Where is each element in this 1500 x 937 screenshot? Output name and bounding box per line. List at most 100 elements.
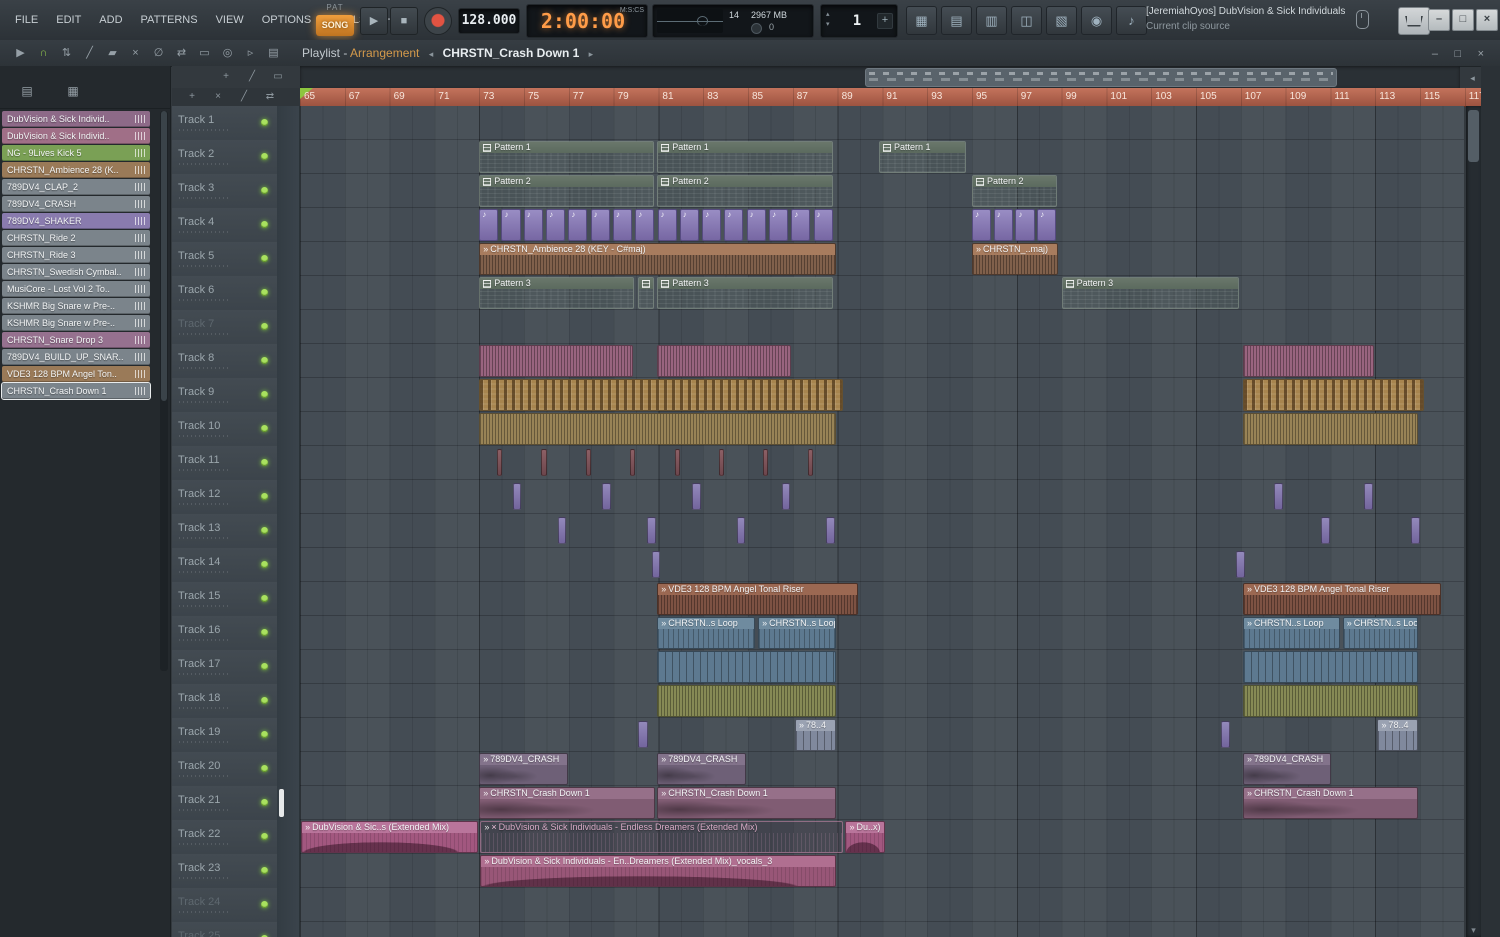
monitor-knob[interactable] <box>751 23 762 34</box>
menu-item-edit[interactable]: EDIT <box>47 14 90 26</box>
track-led[interactable] <box>261 119 268 126</box>
draw-tool[interactable]: ╱ <box>79 43 100 63</box>
track-header[interactable]: Track 14 <box>172 548 277 583</box>
mute-tool[interactable]: ∅ <box>148 43 169 63</box>
picker-item[interactable]: DubVision & Sick Individ.. <box>2 128 150 144</box>
picker-item[interactable]: CHRSTN_Snare Drop 3 <box>2 332 150 348</box>
audio-clip[interactable]: » CHRSTN..s Loop <box>1243 617 1341 649</box>
track-header[interactable]: Track 3 <box>172 174 277 209</box>
slip-tool[interactable]: ⇄ <box>171 43 192 63</box>
pattern-down-icon[interactable]: ▾ <box>826 21 830 29</box>
track-led[interactable] <box>261 255 268 262</box>
track-led[interactable] <box>261 901 268 908</box>
menu-item-view[interactable]: VIEW <box>207 14 253 26</box>
typing-keyboard-button[interactable]: ▦ <box>906 6 937 35</box>
scroll-down-button[interactable]: ▾ <box>1466 925 1481 936</box>
midi-clip[interactable]: ♪ <box>791 209 811 241</box>
midi-clip[interactable]: ♪ <box>972 209 992 241</box>
track-header[interactable]: Track 1 <box>172 106 277 141</box>
picker-scroll-thumb[interactable] <box>161 111 167 401</box>
mini-clip[interactable] <box>826 517 835 544</box>
track-led[interactable] <box>261 221 268 228</box>
audio-clip[interactable]: » CHRSTN_Crash Down 1 <box>1243 787 1419 819</box>
track-led[interactable] <box>261 187 268 194</box>
timeline-ruler[interactable]: 65 67 69 71 73 75 77 79 81 83 85 87 89 91 93 95 97 99 101 1… <box>300 88 1482 107</box>
mini-clip[interactable] <box>647 517 656 544</box>
audio-clip[interactable]: » <box>657 651 837 683</box>
picker-item[interactable]: CHRSTN_Crash Down 1 <box>1 382 151 400</box>
mini-clip[interactable] <box>557 517 567 544</box>
browser-button[interactable]: ▧ <box>1046 6 1077 35</box>
audio-clip[interactable]: » CHRSTN..s Loop <box>1342 617 1419 649</box>
audio-clip[interactable]: » CHRSTN_..maj) <box>972 243 1058 275</box>
vertical-scrollbar[interactable]: ▾ <box>1466 106 1481 937</box>
track-header[interactable]: Track 19 <box>172 718 277 753</box>
playlist-close-button[interactable]: × <box>1472 48 1490 60</box>
midi-clip[interactable]: ♪ <box>702 209 722 241</box>
midi-clip[interactable]: ♪ <box>724 209 744 241</box>
shop-button[interactable] <box>1398 7 1430 35</box>
track-header[interactable]: Track 5 <box>172 242 277 277</box>
audio-clip[interactable]: » CHRSTN..s Loop <box>758 617 837 649</box>
cut-button[interactable]: × <box>208 88 228 106</box>
picker-item[interactable]: KSHMR Big Snare w Pre-.. <box>2 315 150 331</box>
stop-button[interactable]: ■ <box>390 7 418 35</box>
shape-button[interactable]: ▭ <box>268 66 288 88</box>
tempo-display[interactable]: 128.000 <box>458 8 520 34</box>
track-header[interactable]: Track 15 <box>172 582 277 617</box>
audio-clip[interactable]: » <box>1243 651 1419 683</box>
audio-clip[interactable]: » 789DV4_CRASH <box>479 753 569 785</box>
track-led[interactable] <box>261 527 268 534</box>
audio-clip[interactable]: » DubVision & Sic..s (Extended Mix) <box>301 821 478 853</box>
new-pattern-button[interactable]: + <box>877 13 893 29</box>
time-display[interactable]: 2:00:00 M:S:CS <box>526 4 648 38</box>
channel-rack-button[interactable]: ▤ <box>941 6 972 35</box>
mini-clip[interactable] <box>1274 483 1283 510</box>
record-button[interactable] <box>424 7 452 35</box>
midi-clip[interactable]: ♪ <box>1015 209 1035 241</box>
track-led[interactable] <box>261 153 268 160</box>
playlist-grid[interactable]: Pattern 1 Pattern 1 Pattern 1 Pattern 2 Patt… <box>300 106 1464 937</box>
mini-clip[interactable] <box>541 449 547 476</box>
pattern-clip[interactable]: Pattern 1 <box>657 141 833 173</box>
pattern-clip[interactable]: Pattern 3 <box>479 277 635 309</box>
pattern-clip[interactable]: Pattern 2 <box>972 175 1057 207</box>
audio-clip[interactable]: » DubVision & Sick Individuals - En..Drea… <box>480 855 837 887</box>
track-header[interactable]: Track 17 <box>172 650 277 685</box>
track-header[interactable]: Track 8 <box>172 344 277 379</box>
track-led[interactable] <box>261 731 268 738</box>
mini-clip[interactable] <box>512 483 522 510</box>
pencil-button[interactable]: ╱ <box>242 66 262 88</box>
track-led[interactable] <box>261 425 268 432</box>
track-header[interactable]: Track 6 <box>172 276 277 311</box>
mini-clip[interactable] <box>1321 517 1331 544</box>
midi-clip[interactable]: ♪ <box>768 209 789 241</box>
menu-item-file[interactable]: FILE <box>6 14 47 26</box>
midi-clip[interactable]: ♪ <box>1037 209 1057 241</box>
pat-song-switch[interactable]: PAT SONG <box>316 3 354 37</box>
track-led[interactable] <box>261 765 268 772</box>
track-header[interactable]: Track 25 <box>172 922 277 937</box>
picker-item[interactable]: MusiCore - Lost Vol 2 To.. <box>2 281 150 297</box>
select-tool[interactable]: ▭ <box>194 43 215 63</box>
audio-clip[interactable]: » CHRSTN..s Loop <box>657 617 756 649</box>
midi-clip[interactable]: ♪ <box>813 209 833 241</box>
track-header[interactable]: Track 23 <box>172 854 277 889</box>
audio-clip[interactable]: » <box>479 413 837 445</box>
mini-clip[interactable] <box>1236 551 1245 578</box>
audio-clip[interactable]: » <box>1243 413 1419 445</box>
tuner-button[interactable]: ◉ <box>1081 6 1112 35</box>
horizontal-scrollbar[interactable] <box>300 66 1460 88</box>
menu-item-patterns[interactable]: PATTERNS <box>132 14 207 26</box>
audio-clip[interactable]: » 789DV4_CRASH <box>1243 753 1332 785</box>
playlist-maximize-button[interactable]: □ <box>1448 48 1467 60</box>
track-header[interactable]: Track 22 <box>172 820 277 855</box>
menu-item-options[interactable]: OPTIONS <box>253 14 321 26</box>
track-header[interactable]: Track 2 <box>172 140 277 175</box>
mini-clip[interactable] <box>674 449 680 476</box>
midi-clip[interactable]: ♪ <box>590 209 610 241</box>
mixer-button[interactable]: ▥ <box>976 6 1007 35</box>
zoom-tool[interactable]: ◎ <box>217 43 238 63</box>
minimize-button[interactable]: – <box>1428 9 1450 31</box>
delete-tool[interactable]: × <box>125 43 146 63</box>
